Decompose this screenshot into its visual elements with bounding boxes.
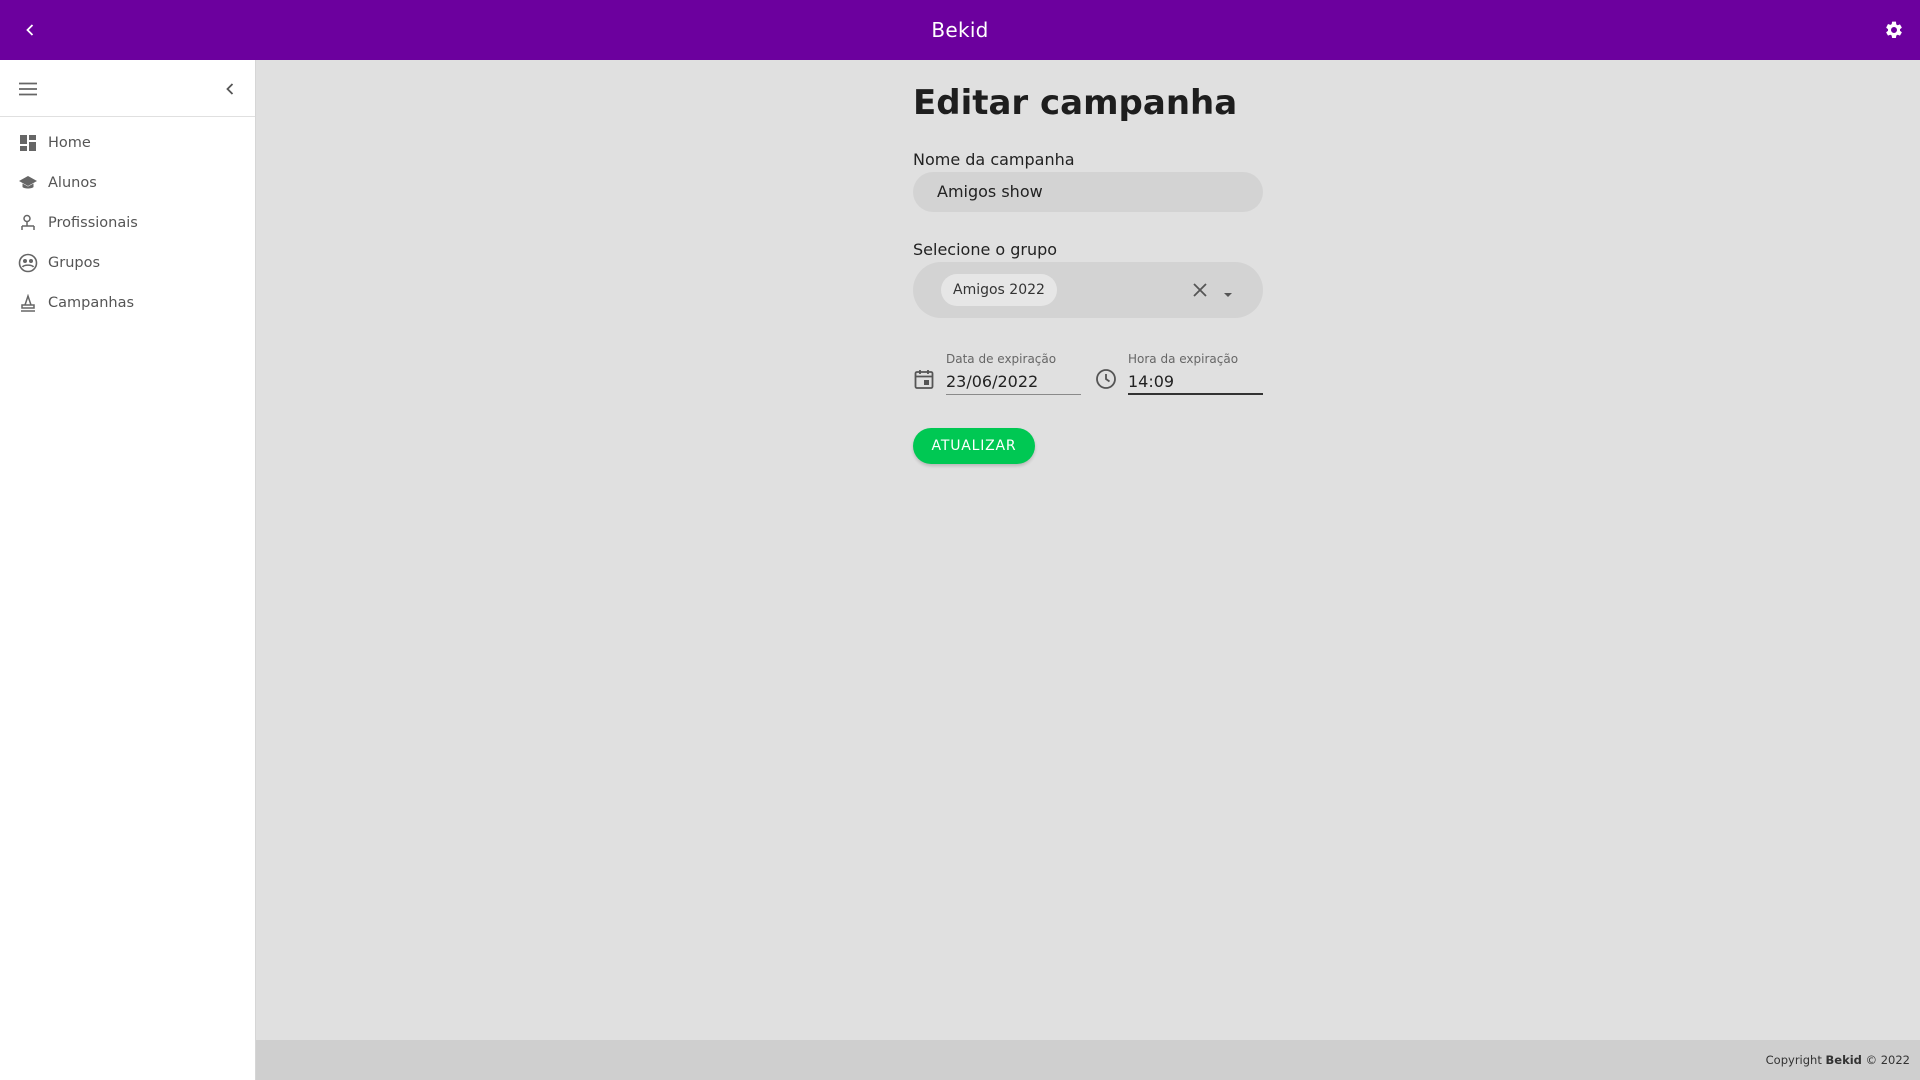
close-icon [1193, 283, 1207, 297]
expiration-time-label: Hora da expiração [1128, 352, 1239, 366]
clear-selection-button[interactable] [1190, 280, 1210, 300]
footer: Copyright Bekid © 2022 [256, 1040, 1920, 1080]
school-icon [18, 173, 38, 193]
dashboard-icon [18, 133, 38, 153]
person-desk-icon [18, 213, 38, 233]
sidebar-item-home[interactable]: Home [0, 123, 255, 163]
sidebar-item-alunos[interactable]: Alunos [0, 163, 255, 203]
calendar-icon[interactable] [913, 368, 935, 390]
copyright-text: Copyright Bekid © 2022 [1766, 1040, 1910, 1080]
sidebar-item-label: Profissionais [48, 215, 138, 231]
dropdown-toggle[interactable] [1223, 285, 1233, 297]
sidebar-item-campanhas[interactable]: Campanhas [0, 283, 255, 323]
group-select-label: Selecione o grupo [913, 240, 1058, 259]
group-select[interactable]: Amigos 2022 [913, 262, 1263, 318]
caret-down-icon [1224, 293, 1232, 297]
copyright-brand: Bekid [1825, 1053, 1862, 1067]
sidebar-item-label: Grupos [48, 255, 101, 271]
copyright-prefix: Copyright [1765, 1053, 1822, 1067]
expiration-time-input[interactable] [1128, 369, 1263, 395]
sidebar-item-profissionais[interactable]: Profissionais [0, 203, 255, 243]
sidebar-nav: Home Alunos Profissionais Grupos Campanh… [0, 117, 255, 323]
chevron-left-icon [226, 83, 234, 95]
campaign-name-label: Nome da campanha [913, 150, 1075, 169]
expiration-date-input[interactable] [946, 369, 1081, 395]
main-content: Editar campanha Nome da campanha Amigos … [256, 60, 1920, 1040]
update-button[interactable]: ATUALIZAR [913, 428, 1035, 464]
settings-button[interactable] [1884, 20, 1904, 40]
expiration-date-label: Data de expiração [946, 352, 1057, 366]
sidebar-item-label: Campanhas [48, 295, 135, 311]
sidebar-item-label: Alunos [48, 175, 97, 191]
campaign-name-value: Amigos show [937, 182, 1043, 201]
app-header: Bekid [0, 0, 1920, 60]
campaign-icon [18, 293, 38, 313]
clock-icon[interactable] [1095, 368, 1117, 390]
sidebar-item-grupos[interactable]: Grupos [0, 243, 255, 283]
menu-button[interactable] [16, 77, 40, 101]
page-title: Editar campanha [913, 83, 1238, 123]
app-title: Bekid [931, 18, 989, 42]
hamburger-icon [19, 82, 37, 96]
sidebar: Home Alunos Profissionais Grupos Campanh… [0, 60, 256, 1080]
copyright-suffix: © 2022 [1865, 1053, 1910, 1067]
sidebar-item-label: Home [48, 135, 91, 151]
group-chip[interactable]: Amigos 2022 [941, 274, 1057, 306]
group-icon [18, 253, 38, 273]
collapse-sidebar-button[interactable] [218, 77, 242, 101]
gear-icon [1886, 21, 1902, 38]
campaign-name-input[interactable]: Amigos show [913, 172, 1263, 212]
sidebar-header [0, 60, 255, 117]
